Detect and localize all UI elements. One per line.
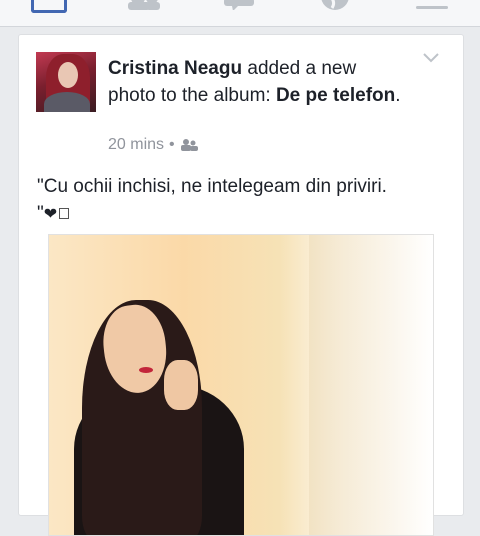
chevron-down-icon[interactable] [423,53,439,63]
friends-audience-icon[interactable] [180,139,198,151]
album-link[interactable]: De pe telefon [276,85,395,106]
caption-line-2: " [37,203,44,224]
unknown-glyph-icon [59,208,70,220]
heart-icon: ❤ [43,206,58,223]
post-photo[interactable] [48,234,434,536]
messages-icon[interactable] [224,0,254,10]
globe-icon[interactable] [320,0,350,10]
post-caption: "Cu ochii inchisi, ne intelegeam din pri… [37,173,447,228]
avatar[interactable] [36,52,96,112]
friends-icon[interactable] [126,0,162,10]
timestamp[interactable]: 20 mins [108,136,164,154]
home-icon[interactable] [31,0,67,13]
story-header: Cristina Neagu added a new photo to the … [108,55,408,109]
author-name[interactable]: Cristina Neagu [108,58,242,79]
top-nav-bar [0,0,480,27]
caption-line-1: "Cu ochii inchisi, ne intelegeam din pri… [37,176,387,197]
meta-dot: • [169,136,175,153]
post-meta: 20 mins • [108,136,198,154]
story-card: Cristina Neagu added a new photo to the … [18,34,464,536]
menu-icon[interactable] [416,6,448,9]
period: . [395,85,401,106]
